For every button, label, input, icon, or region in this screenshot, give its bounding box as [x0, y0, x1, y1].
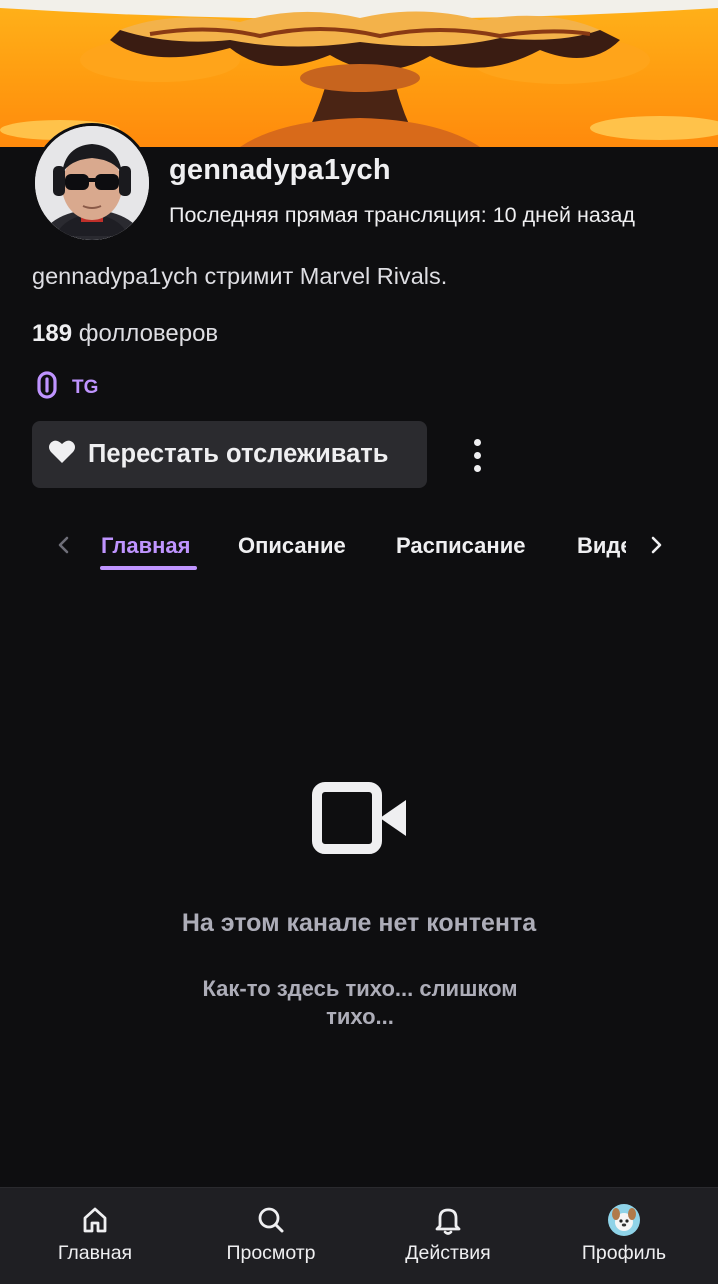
nav-home[interactable]: Главная: [15, 1188, 175, 1284]
channel-name: gennadypa1ych: [169, 154, 391, 186]
channel-bio: gennadypa1ych стримит Marvel Rivals.: [32, 263, 448, 289]
social-link-tg[interactable]: TG: [36, 371, 99, 405]
link-icon: [36, 371, 58, 405]
channel-tabs: Главная Описание Расписание Видео: [0, 515, 718, 575]
unfollow-button[interactable]: Перестать отслеживать: [32, 421, 427, 488]
empty-state-title: На этом канале нет контента: [181, 909, 537, 937]
empty-state-subtitle: Как-то здесь тихо... слишком тихо...: [202, 976, 518, 1029]
nav-browse-label: Просмотр: [226, 1242, 316, 1264]
heart-icon: [48, 438, 76, 471]
chevron-left-icon: [58, 536, 69, 554]
followers-number: 189: [32, 320, 73, 347]
nav-profile[interactable]: Профиль: [544, 1188, 704, 1284]
nav-profile-label: Профиль: [581, 1242, 667, 1264]
more-dot: [473, 451, 481, 459]
video-camera-icon: [312, 782, 408, 859]
followers-label: фолловеров: [78, 320, 219, 347]
last-stream-info: Последняя прямая трансляция: 10 дней наз…: [169, 203, 635, 227]
unfollow-label: Перестать отслеживать: [88, 440, 389, 468]
tab-about[interactable]: Описание: [238, 533, 346, 559]
tabs-scroll-left[interactable]: [50, 525, 78, 565]
search-icon: [257, 1203, 285, 1237]
active-tab-indicator: [100, 566, 197, 570]
home-icon: [81, 1203, 109, 1237]
more-dot: [473, 464, 481, 472]
channel-page: gennadypa1ych Последняя прямая трансляци…: [0, 0, 718, 1284]
tab-schedule[interactable]: Расписание: [396, 533, 525, 559]
tabs-scroll-right[interactable]: [642, 525, 670, 565]
tab-home[interactable]: Главная: [101, 533, 190, 559]
bottom-navigation: Главная Просмотр Действия Профиль: [0, 1187, 718, 1284]
nav-activity[interactable]: Действия: [368, 1188, 528, 1284]
social-link-label: TG: [72, 377, 99, 398]
tab-videos[interactable]: Видео: [577, 533, 626, 559]
chevron-right-icon: [651, 536, 662, 554]
nav-home-label: Главная: [57, 1242, 133, 1264]
profile-avatar: [607, 1203, 641, 1237]
more-options-button[interactable]: [456, 431, 498, 479]
tab-strip: Главная Описание Расписание Видео: [100, 515, 626, 575]
nav-browse[interactable]: Просмотр: [191, 1188, 351, 1284]
more-vertical-icon: [473, 438, 481, 446]
nav-activity-label: Действия: [405, 1242, 491, 1264]
followers-count: 189 фолловеров: [32, 320, 218, 348]
bell-icon: [434, 1203, 462, 1237]
channel-avatar[interactable]: [32, 123, 152, 243]
